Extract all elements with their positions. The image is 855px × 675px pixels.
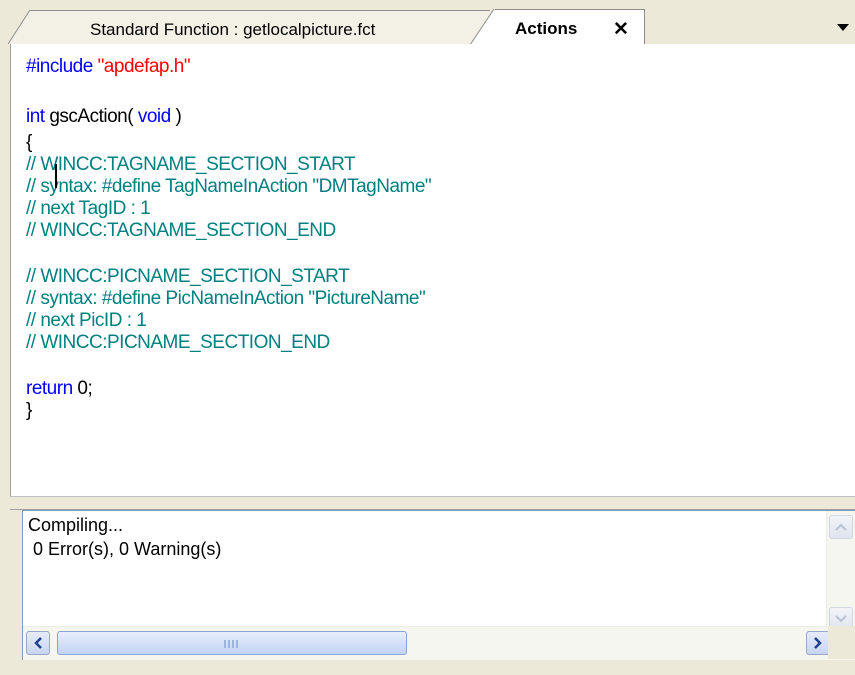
code-line: #include "apdefap.h" — [26, 56, 191, 78]
code-line: } — [26, 400, 32, 422]
arrow-up-icon[interactable] — [829, 515, 853, 539]
code-line: // next TagID : 1 — [26, 198, 151, 220]
code-line: // WINCC:PICNAME_SECTION_START — [26, 266, 350, 288]
code-token: // WINCC:PICNAME_SECTION_START — [26, 266, 350, 287]
code-line: // WINCC:TAGNAME_SECTION_END — [26, 220, 336, 242]
code-line: // WINCC:PICNAME_SECTION_END — [26, 332, 330, 354]
code-token: // syntax: #define TagNameInAction "DMTa… — [26, 176, 432, 197]
code-token: #include — [26, 56, 98, 77]
code-line: return 0; — [26, 378, 93, 400]
code-token: int — [26, 106, 50, 127]
code-token: void — [137, 106, 171, 127]
tab-standard-function[interactable]: Standard Function : getlocalpicture.fct — [30, 10, 490, 44]
arrow-left-icon[interactable] — [26, 631, 50, 655]
code-line: // WINCC:TAGNAME_SECTION_START — [26, 154, 356, 176]
text-caret — [55, 164, 57, 188]
tab-standard-function-label: Standard Function : getlocalpicture.fct — [90, 20, 376, 39]
code-token: // WINCC:TAGNAME_SECTION_START — [26, 154, 356, 175]
arrow-right-icon[interactable] — [806, 631, 830, 655]
code-line: // next PicID : 1 — [26, 310, 147, 332]
close-icon[interactable]: ✕ — [613, 18, 629, 41]
tab-actions-label: Actions — [515, 19, 578, 38]
tab-actions[interactable]: Actions ✕ — [495, 9, 645, 45]
output-line-compiling: Compiling... — [28, 515, 124, 535]
code-token: // next PicID : 1 — [26, 310, 147, 331]
scrollbar-corner — [828, 626, 855, 659]
code-token: // syntax: #define PicNameInAction "Pict… — [26, 288, 426, 309]
output-line-result: 0 Error(s), 0 Warning(s) — [28, 539, 222, 559]
code-line: int gscAction( void ) — [26, 106, 182, 128]
code-editor[interactable]: #include "apdefap.h" int gscAction( void … — [10, 44, 855, 496]
code-token: 0; — [77, 378, 93, 399]
chevron-down-icon[interactable] — [831, 20, 855, 36]
code-token: return — [26, 378, 78, 399]
pane-splitter[interactable] — [10, 496, 855, 510]
code-line: { — [26, 132, 32, 154]
code-token: { — [26, 132, 32, 153]
code-token: "apdefap.h" — [97, 56, 191, 77]
code-token: // WINCC:PICNAME_SECTION_END — [26, 332, 330, 353]
code-line: // syntax: #define TagNameInAction "DMTa… — [26, 176, 432, 198]
scrollbar-thumb[interactable] — [57, 631, 407, 655]
code-token: gscAction( — [49, 106, 138, 127]
code-token: ) — [170, 106, 182, 127]
code-token: // WINCC:TAGNAME_SECTION_END — [26, 220, 336, 241]
thumb-grip — [224, 640, 240, 648]
tab-strip: Standard Function : getlocalpicture.fct … — [0, 0, 855, 45]
horizontal-scrollbar[interactable] — [23, 626, 855, 660]
output-pane[interactable]: Compiling... 0 Error(s), 0 Warning(s) — [22, 510, 855, 660]
code-token: // next TagID : 1 — [26, 198, 151, 219]
code-token: } — [26, 400, 32, 421]
code-line: // syntax: #define PicNameInAction "Pict… — [26, 288, 426, 310]
vertical-scrollbar[interactable] — [826, 511, 855, 631]
